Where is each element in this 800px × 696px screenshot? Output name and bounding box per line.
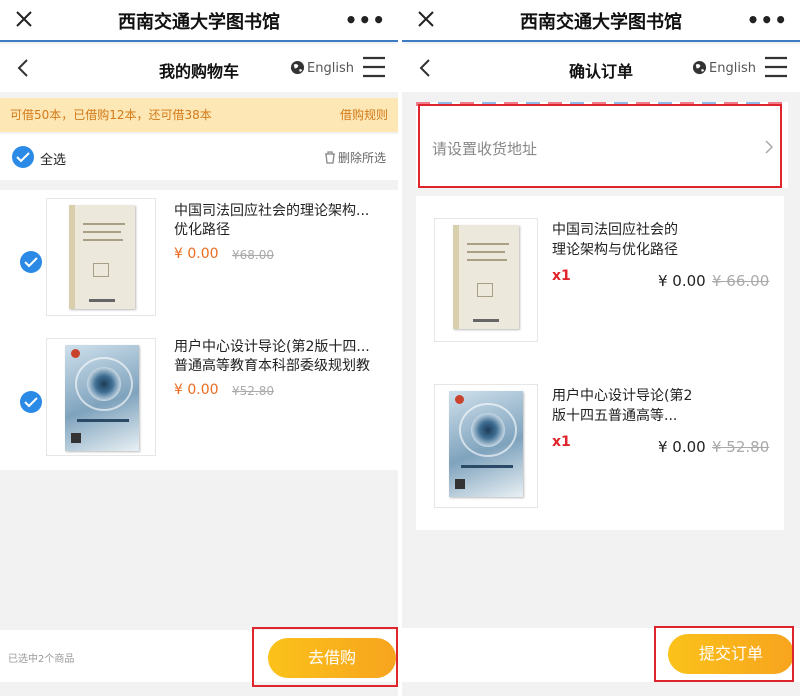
globe-icon — [692, 60, 707, 75]
item-title-line2: 版十四五普通高等... — [552, 408, 678, 424]
item-title-line2: 优化路径 — [174, 222, 230, 238]
globe-icon — [290, 60, 305, 75]
item-title: 用户中心设计导论(第2 版十四五普通高等... — [552, 386, 702, 426]
more-icon[interactable]: ••• — [345, 8, 386, 32]
item-original-price: ¥68.00 — [232, 248, 274, 262]
check-icon — [24, 257, 38, 268]
nav-bar: 我的购物车 English — [0, 44, 398, 92]
submit-order-button[interactable]: 提交订单 — [668, 634, 794, 674]
book-cover-image — [434, 384, 538, 508]
order-item: 用户中心设计导论(第2 版十四五普通高等... x1 ¥ 0.00 ¥ 52.8… — [416, 382, 784, 532]
item-price: ¥ 0.00 — [174, 382, 219, 398]
order-items: 中国司法回应社会的 理论架构与优化路径 x1 ¥ 0.00 ¥ 66.00 用户… — [416, 196, 784, 530]
item-title[interactable]: 中国司法回应社会的理论架构... 优化路径 — [174, 202, 384, 240]
item-title-line1: 中国司法回应社会的 — [552, 222, 678, 238]
book-cover-image[interactable] — [46, 198, 156, 316]
cart-item: 中国司法回应社会的理论架构... 优化路径 ¥ 0.00 ¥68.00 — [0, 194, 398, 324]
menu-icon[interactable] — [362, 55, 386, 79]
cart-item: 用户中心设计导论(第2版十四... 普通高等教育本科部委级规划教 ¥ 0.00 … — [0, 334, 398, 464]
cart-screen: 西南交通大学图书馆 ••• 我的购物车 English 可借50本，已借购12本… — [0, 0, 398, 696]
item-original-price: ¥52.80 — [232, 384, 274, 398]
window-titlebar: 西南交通大学图书馆 ••• — [0, 0, 398, 42]
go-borrow-button[interactable]: 去借购 — [268, 638, 396, 678]
book-cover-image[interactable] — [46, 338, 156, 456]
select-all-label[interactable]: 全选 — [40, 149, 66, 168]
envelope-stripe — [416, 102, 788, 106]
item-title-line2: 理论架构与优化路径 — [552, 242, 678, 258]
item-original-price: ¥ 66.00 — [712, 272, 770, 290]
window-titlebar: 西南交通大学图书馆 ••• — [402, 0, 800, 42]
borrow-limit-text: 可借50本，已借购12本，还可借38本 — [10, 108, 212, 122]
item-checkbox[interactable] — [20, 391, 42, 413]
order-item: 中国司法回应社会的 理论架构与优化路径 x1 ¥ 0.00 ¥ 66.00 — [416, 216, 784, 366]
item-price: ¥ 0.00 — [658, 438, 706, 456]
borrow-limit-notice: 可借50本，已借购12本，还可借38本 借购规则 — [0, 98, 398, 132]
item-title-line1: 中国司法回应社会的理论架构... — [174, 203, 370, 219]
item-title-line1: 用户中心设计导论(第2 — [552, 388, 693, 404]
item-title[interactable]: 用户中心设计导论(第2版十四... 普通高等教育本科部委级规划教 — [174, 338, 384, 376]
nav-bar: 确认订单 English — [402, 44, 800, 92]
language-switch[interactable]: English — [692, 60, 756, 76]
order-footer: 提交订单 — [402, 628, 800, 682]
more-icon[interactable]: ••• — [747, 8, 788, 32]
delete-selected-label: 删除所选 — [337, 151, 386, 165]
item-quantity: x1 — [552, 268, 571, 284]
select-bar: 全选 删除所选 — [0, 134, 398, 180]
confirm-order-screen: 西南交通大学图书馆 ••• 确认订单 English 请设置收货地址 中国司法回… — [402, 0, 800, 696]
delete-selected-button[interactable]: 删除所选 — [324, 149, 386, 166]
check-icon — [16, 152, 30, 163]
borrow-rules-link[interactable]: 借购规则 — [340, 98, 388, 132]
window-title: 西南交通大学图书馆 — [118, 12, 280, 33]
item-quantity: x1 — [552, 434, 571, 450]
cart-list: 中国司法回应社会的理论架构... 优化路径 ¥ 0.00 ¥68.00 用户中心… — [0, 190, 398, 470]
item-title-line1: 用户中心设计导论(第2版十四... — [174, 339, 370, 355]
item-price: ¥ 0.00 — [174, 246, 219, 262]
menu-icon[interactable] — [764, 55, 788, 79]
cart-footer: 已选中2个商品 去借购 — [0, 630, 398, 682]
address-placeholder: 请设置收货地址 — [432, 140, 538, 158]
select-all-checkbox[interactable] — [12, 146, 34, 168]
book-cover-image — [434, 218, 538, 342]
check-icon — [24, 397, 38, 408]
item-title-line2: 普通高等教育本科部委级规划教 — [174, 358, 370, 374]
chevron-right-icon — [765, 140, 774, 154]
address-selector[interactable]: 请设置收货地址 — [416, 102, 788, 188]
language-switch[interactable]: English — [290, 60, 354, 76]
language-label: English — [709, 61, 756, 76]
item-price: ¥ 0.00 — [658, 272, 706, 290]
trash-icon — [324, 151, 335, 164]
language-label: English — [307, 61, 354, 76]
item-checkbox[interactable] — [20, 251, 42, 273]
item-original-price: ¥ 52.80 — [712, 438, 770, 456]
selected-count: 已选中2个商品 — [8, 654, 75, 665]
item-title: 中国司法回应社会的 理论架构与优化路径 — [552, 220, 702, 260]
window-title: 西南交通大学图书馆 — [520, 12, 682, 33]
